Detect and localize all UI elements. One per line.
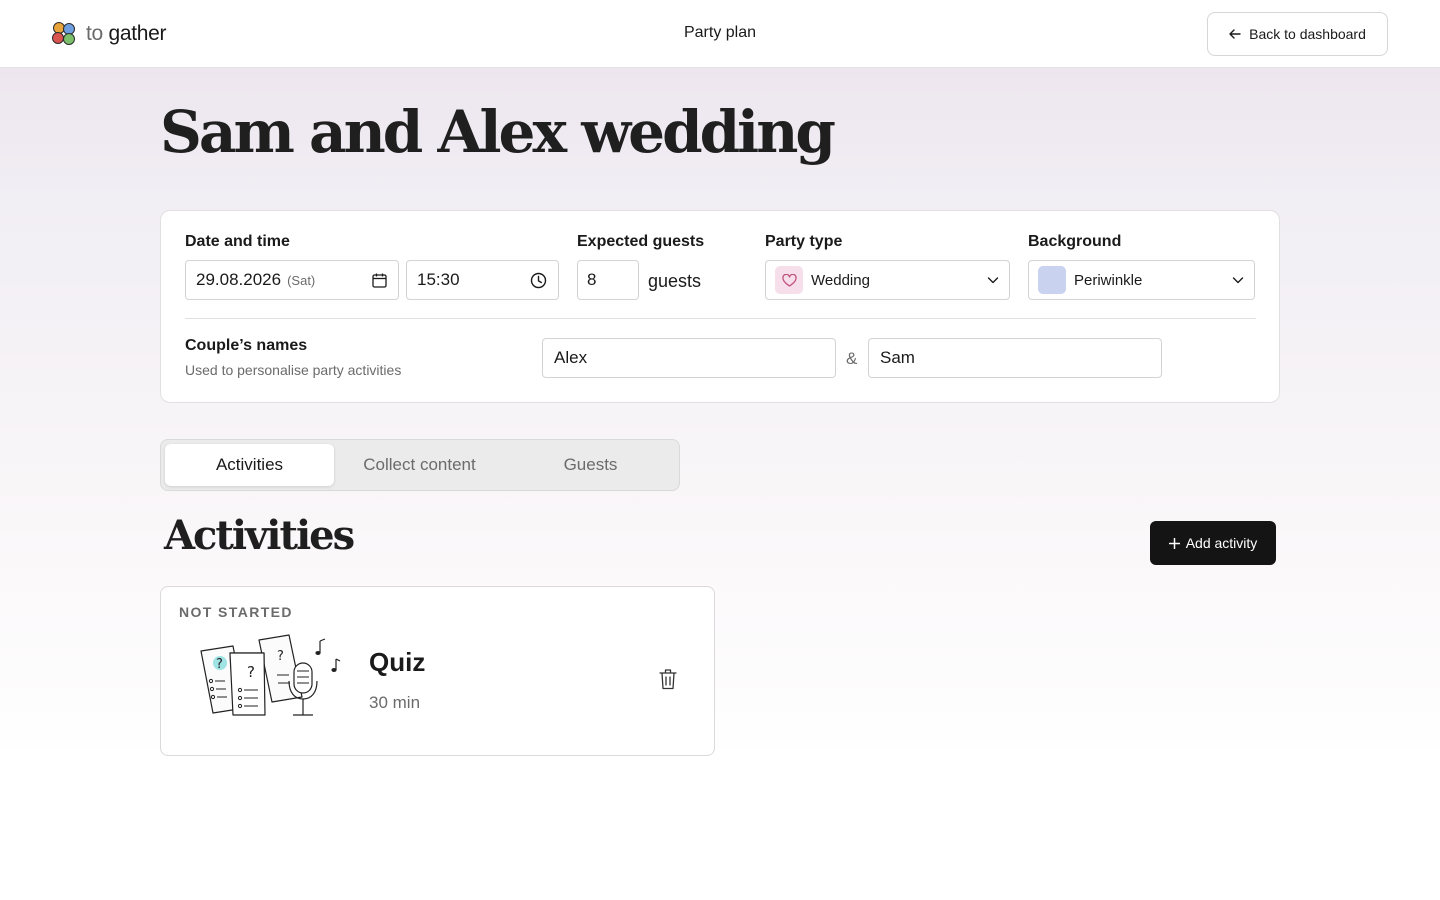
date-value: 29.08.2026: [196, 270, 282, 289]
partner-one-name-value: Alex: [554, 348, 588, 367]
partner-two-name-value: Sam: [880, 348, 915, 367]
guests-count-input[interactable]: 8: [577, 260, 639, 300]
date-input[interactable]: 29.08.2026 (Sat): [185, 260, 399, 300]
calendar-icon[interactable]: [372, 273, 387, 288]
chevron-down-icon: [1232, 277, 1244, 284]
party-type-value: Wedding: [811, 271, 870, 289]
ampersand-label: &: [846, 349, 858, 368]
svg-text:?: ?: [277, 649, 284, 664]
date-time-label: Date and time: [185, 233, 290, 250]
tab-collect-content[interactable]: Collect content: [335, 444, 504, 486]
time-value: 15:30: [417, 270, 460, 289]
background-label: Background: [1028, 233, 1122, 250]
quiz-illustration-icon: ? ? ?: [200, 634, 341, 716]
party-settings-card: Date and time 29.08.2026 (Sat) 15:30 Exp…: [160, 210, 1280, 403]
activity-duration: 30 min: [369, 693, 421, 712]
partner-one-name-input[interactable]: Alex: [542, 338, 836, 378]
svg-text:?: ?: [247, 663, 255, 681]
background-select[interactable]: Periwinkle: [1028, 260, 1255, 300]
page-title: Sam and Alex wedding: [160, 98, 836, 166]
add-activity-label: Add activity: [1185, 535, 1258, 551]
partner-two-name-input[interactable]: Sam: [868, 338, 1162, 378]
plus-icon: [1168, 537, 1180, 549]
weekday-label: (Sat): [287, 272, 316, 288]
back-button-label: Back to dashboard: [1249, 26, 1366, 42]
heart-icon: [775, 266, 803, 294]
tab-activities[interactable]: Activities: [165, 444, 334, 486]
section-tabs: Activities Collect content Guests: [160, 439, 680, 491]
guests-count-value: 8: [587, 270, 597, 289]
expected-guests-label: Expected guests: [577, 233, 705, 250]
settings-divider: [185, 318, 1256, 319]
chevron-down-icon: [987, 277, 999, 284]
time-input[interactable]: 15:30: [406, 260, 559, 300]
trash-icon[interactable]: [659, 668, 677, 690]
activities-heading: Activities: [164, 512, 355, 559]
status-badge: NOT STARTED: [179, 604, 293, 620]
svg-text:?: ?: [216, 657, 223, 672]
tab-guests[interactable]: Guests: [506, 444, 675, 486]
add-activity-button[interactable]: Add activity: [1150, 521, 1276, 565]
party-type-select[interactable]: Wedding: [765, 260, 1010, 300]
back-to-dashboard-button[interactable]: Back to dashboard: [1207, 12, 1388, 56]
party-type-label: Party type: [765, 233, 843, 250]
couple-names-hint: Used to personalise party activities: [185, 362, 402, 378]
activity-name: Quiz: [369, 647, 426, 677]
background-value: Periwinkle: [1074, 271, 1143, 289]
arrow-left-icon: [1229, 29, 1241, 39]
clock-icon[interactable]: [530, 272, 547, 289]
couple-names-label: Couple’s names: [185, 337, 308, 354]
periwinkle-swatch: [1038, 266, 1066, 294]
top-bar: to gather Party plan Back to dashboard: [0, 0, 1440, 68]
activity-card[interactable]: NOT STARTED ? ? ? Quiz 30 min: [160, 586, 715, 756]
guests-unit-label: guests: [648, 271, 702, 291]
